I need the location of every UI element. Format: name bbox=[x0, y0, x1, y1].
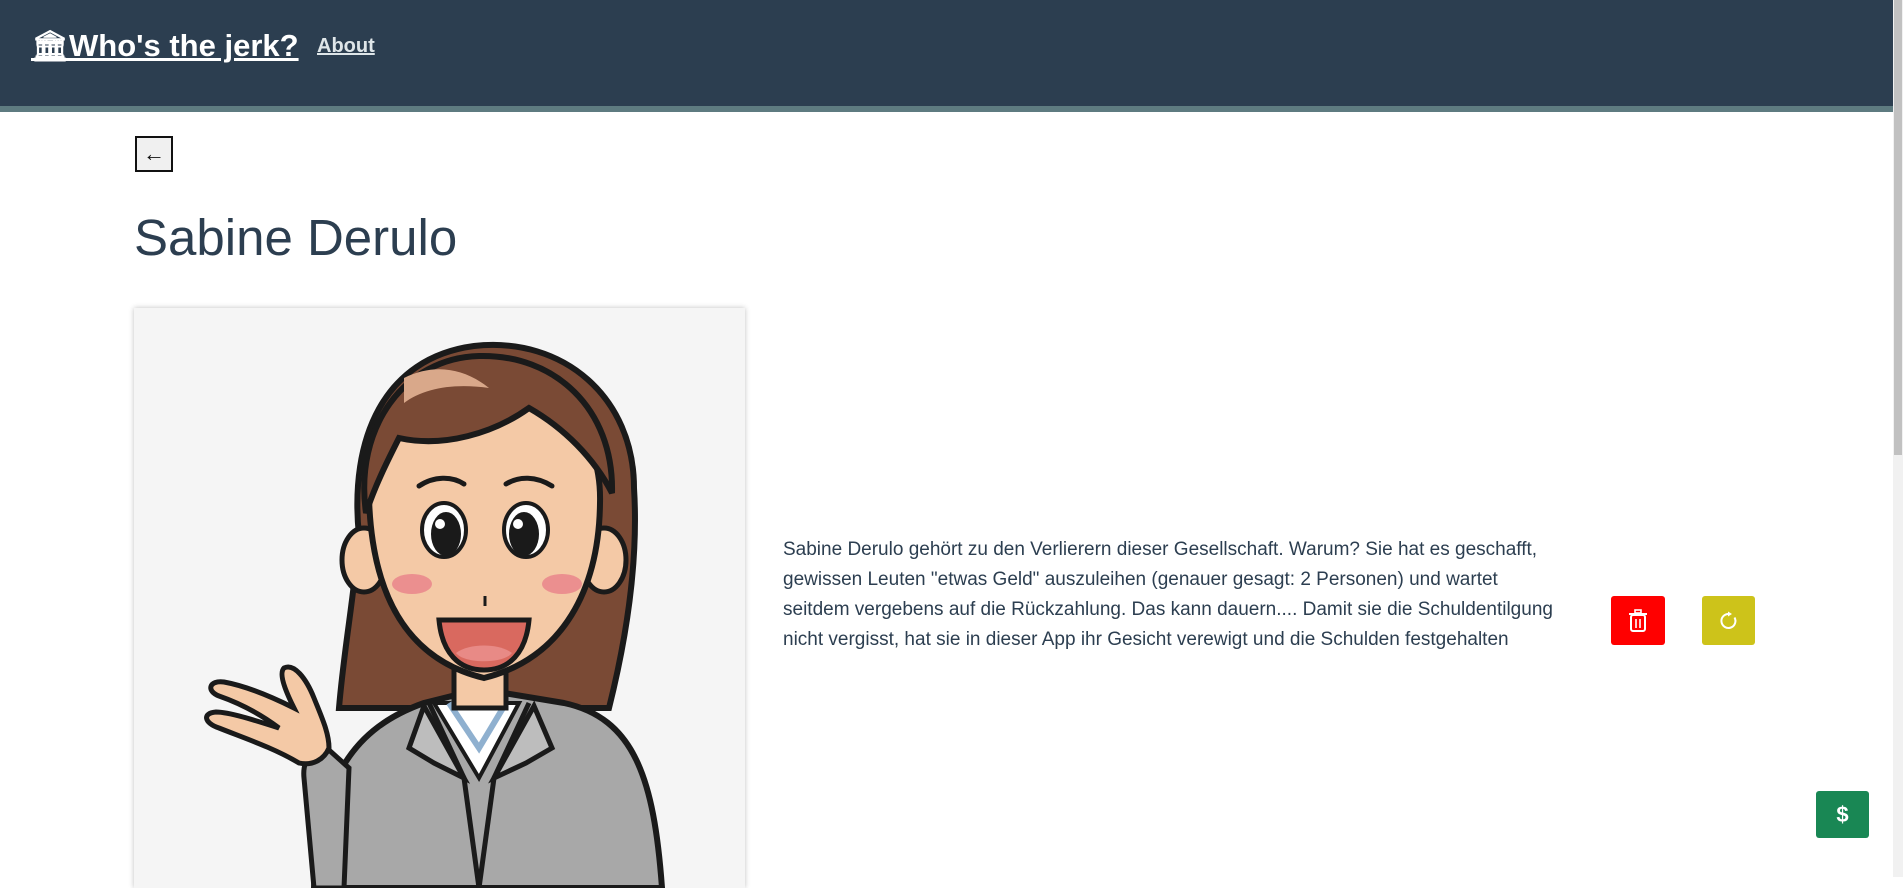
reset-button[interactable] bbox=[1702, 596, 1755, 645]
page-title: Sabine Derulo bbox=[134, 209, 458, 266]
brand-link[interactable]: 🏛 Who's the jerk? bbox=[31, 28, 299, 64]
cartoon-woman-illustration bbox=[204, 341, 666, 888]
refresh-icon bbox=[1719, 611, 1736, 629]
delete-button[interactable] bbox=[1611, 596, 1665, 645]
dollar-icon: $ bbox=[1836, 801, 1849, 827]
person-portrait bbox=[134, 308, 745, 888]
scrollbar[interactable] bbox=[1893, 0, 1903, 877]
top-navbar: 🏛 Who's the jerk? About bbox=[0, 0, 1893, 112]
trash-icon bbox=[1629, 608, 1647, 632]
arrow-left-icon: ← bbox=[143, 141, 165, 166]
back-button[interactable]: ← bbox=[135, 136, 173, 172]
scrollbar-thumb[interactable] bbox=[1894, 0, 1902, 455]
bank-icon: 🏛 bbox=[31, 29, 70, 63]
pay-button[interactable]: $ bbox=[1816, 791, 1869, 838]
brand-label: Who's the jerk? bbox=[69, 28, 299, 63]
about-link[interactable]: About bbox=[317, 35, 375, 58]
person-description: Sabine Derulo gehört zu den Verlierern d… bbox=[783, 539, 1553, 650]
